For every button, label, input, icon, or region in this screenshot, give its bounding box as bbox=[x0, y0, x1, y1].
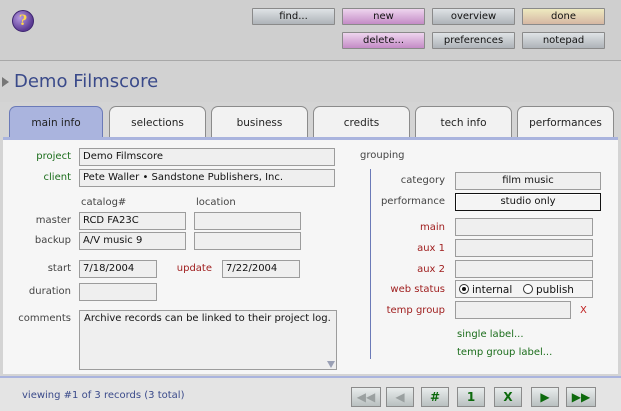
main-field[interactable] bbox=[455, 218, 593, 236]
overview-button[interactable]: overview bbox=[432, 8, 515, 25]
omit-record-button[interactable]: X bbox=[494, 387, 522, 407]
backup-label: backup bbox=[34, 235, 71, 246]
radio-publish-label: publish bbox=[536, 284, 574, 296]
update-label: update bbox=[176, 263, 212, 274]
record-number-button[interactable]: 1 bbox=[457, 387, 485, 407]
aux2-field[interactable] bbox=[455, 260, 593, 278]
temp-group-field[interactable] bbox=[455, 301, 571, 319]
category-label: category bbox=[400, 175, 445, 186]
tab-main-info[interactable]: main info bbox=[9, 106, 103, 138]
aux2-label: aux 2 bbox=[417, 264, 445, 275]
delete-button[interactable]: delete... bbox=[342, 32, 425, 49]
goto-record-button[interactable]: # bbox=[421, 387, 449, 407]
performance-label: performance bbox=[380, 196, 445, 207]
main-info-panel: project Demo Filmscore client Pete Walle… bbox=[3, 137, 618, 374]
duration-label: duration bbox=[28, 286, 71, 297]
single-label-link[interactable]: single label... bbox=[457, 329, 524, 340]
backup-catalog-field[interactable]: A/V music 9 bbox=[79, 232, 186, 250]
project-field[interactable]: Demo Filmscore bbox=[79, 148, 335, 166]
location-header: location bbox=[196, 197, 236, 208]
aux1-field[interactable] bbox=[455, 239, 593, 257]
category-field[interactable]: film music bbox=[455, 172, 601, 190]
temp-group-label-link[interactable]: temp group label... bbox=[457, 347, 552, 358]
title-bar: Demo Filmscore bbox=[0, 60, 621, 102]
tab-performances[interactable]: performances bbox=[517, 106, 614, 137]
tab-business[interactable]: business bbox=[211, 106, 308, 137]
scroll-down-icon[interactable] bbox=[327, 361, 335, 368]
update-date-field[interactable]: 7/22/2004 bbox=[222, 260, 300, 278]
grouping-header: grouping bbox=[360, 150, 405, 161]
done-button[interactable]: done bbox=[522, 8, 605, 25]
help-icon[interactable]: ? bbox=[12, 10, 34, 32]
new-button[interactable]: new bbox=[342, 8, 425, 25]
web-status-group: internal publish bbox=[455, 280, 593, 298]
master-catalog-field[interactable]: RCD FA23C bbox=[79, 212, 186, 230]
client-label: client bbox=[43, 172, 71, 183]
backup-location-field[interactable] bbox=[194, 232, 301, 250]
first-record-button[interactable]: ◀◀ bbox=[351, 387, 381, 407]
prev-record-button[interactable]: ◀ bbox=[386, 387, 414, 407]
next-record-button[interactable]: ▶ bbox=[531, 387, 559, 407]
comments-label: comments bbox=[18, 313, 71, 324]
client-field[interactable]: Pete Waller • Sandstone Publishers, Inc. bbox=[79, 169, 335, 187]
main-label: main bbox=[420, 222, 445, 233]
tab-selections[interactable]: selections bbox=[109, 106, 206, 137]
notepad-button[interactable]: notepad bbox=[522, 32, 605, 49]
temp-group-label: temp group bbox=[386, 305, 445, 316]
record-status: viewing #1 of 3 records (3 total) bbox=[22, 390, 185, 401]
start-label: start bbox=[47, 263, 71, 274]
find-button[interactable]: find... bbox=[252, 8, 335, 25]
web-status-label: web status bbox=[390, 284, 445, 295]
catalog-header: catalog# bbox=[81, 197, 127, 208]
toolbar: ? find... new overview done delete... pr… bbox=[0, 0, 621, 60]
last-record-button[interactable]: ▶▶ bbox=[566, 387, 596, 407]
start-date-field[interactable]: 7/18/2004 bbox=[79, 260, 157, 278]
radio-internal-label: internal bbox=[472, 284, 513, 296]
master-label: master bbox=[35, 215, 71, 226]
radio-internal[interactable] bbox=[459, 284, 469, 294]
comments-textarea[interactable]: Archive records can be linked to their p… bbox=[79, 310, 337, 370]
duration-field[interactable] bbox=[79, 283, 157, 301]
title-arrow-icon bbox=[2, 77, 9, 87]
project-label: project bbox=[36, 151, 71, 162]
tab-tech-info[interactable]: tech info bbox=[415, 106, 512, 137]
tab-credits[interactable]: credits bbox=[313, 106, 410, 137]
radio-publish[interactable] bbox=[523, 284, 533, 294]
preferences-button[interactable]: preferences bbox=[432, 32, 515, 49]
master-location-field[interactable] bbox=[194, 212, 301, 230]
aux1-label: aux 1 bbox=[417, 243, 445, 254]
page-title: Demo Filmscore bbox=[14, 71, 159, 92]
performance-field[interactable]: studio only bbox=[455, 193, 601, 211]
footer-bar: viewing #1 of 3 records (3 total) ◀◀ ◀ #… bbox=[0, 376, 621, 411]
clear-temp-group-icon[interactable]: X bbox=[580, 305, 587, 316]
